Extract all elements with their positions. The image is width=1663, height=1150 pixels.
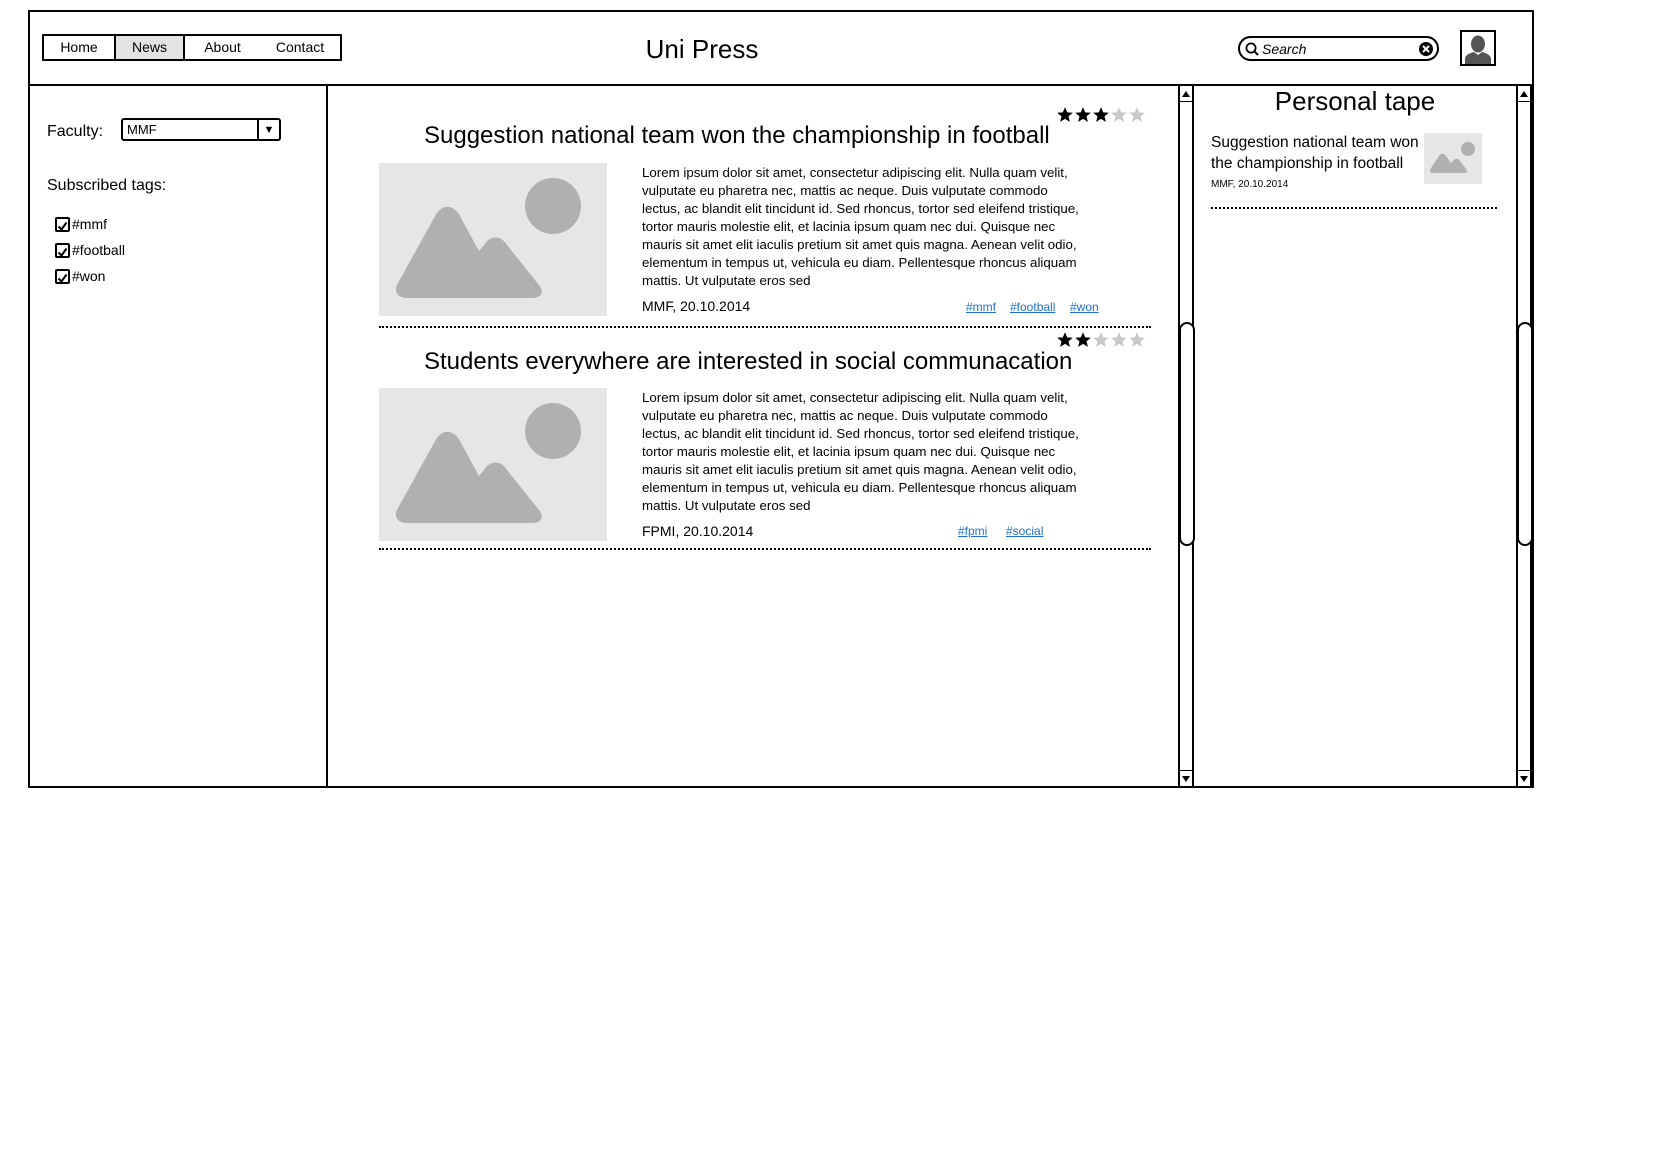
article-title[interactable]: Suggestion national team won the champio…: [424, 122, 1050, 150]
star-filled-icon[interactable]: [1074, 331, 1092, 349]
faculty-select-value: MMF: [127, 122, 157, 137]
search-input[interactable]: [1262, 40, 1420, 58]
checkbox[interactable]: [55, 268, 70, 284]
star-empty-icon[interactable]: [1128, 331, 1146, 349]
divider: [379, 326, 1151, 328]
tag-link[interactable]: #fpmi: [958, 524, 987, 538]
tag-checkbox-row[interactable]: #won: [55, 268, 105, 284]
faculty-label: Faculty:: [47, 123, 104, 140]
image-placeholder-icon: [395, 178, 581, 298]
personal-tape-title: Personal tape: [1274, 86, 1436, 116]
app-window: Home News About Contact Uni Press Search…: [28, 10, 1534, 788]
divider: [379, 548, 1151, 550]
star-empty-icon[interactable]: [1128, 106, 1146, 124]
scrollbar-thumb[interactable]: [1517, 322, 1533, 546]
check-icon: [57, 273, 68, 283]
user-avatar[interactable]: [1460, 30, 1496, 66]
tag-checkbox-label: #won: [72, 268, 106, 284]
article-image: [379, 163, 607, 316]
tape-item-meta: MMF, 20.10.2014: [1211, 179, 1289, 190]
star-empty-icon[interactable]: [1092, 331, 1110, 349]
news-feed: Suggestion national team won the champio…: [330, 86, 1180, 786]
star-filled-icon[interactable]: [1074, 106, 1092, 124]
article-body: Lorem ipsum dolor sit amet, consectetur …: [642, 390, 1079, 513]
article-title[interactable]: Students everywhere are interested in so…: [424, 348, 1072, 376]
personal-tape-panel: Personal tape Suggestion national team w…: [1194, 86, 1516, 786]
star-filled-icon[interactable]: [1056, 331, 1074, 349]
article-image: [379, 388, 607, 541]
tag-checkbox-label: #football: [72, 242, 125, 258]
filter-sidebar: Faculty: MMF ▼ Subscribed tags: #mmf #fo…: [30, 86, 328, 786]
article-meta: MMF, 20.10.2014: [642, 298, 751, 314]
tag-link[interactable]: #won: [1070, 300, 1099, 314]
chevron-down-icon[interactable]: ▼: [257, 120, 279, 139]
tape-scrollbar[interactable]: [1516, 86, 1533, 786]
checkbox[interactable]: [55, 216, 70, 232]
tag-checkbox-row[interactable]: #mmf: [55, 216, 107, 232]
search-icon[interactable]: [1244, 41, 1260, 57]
star-empty-icon[interactable]: [1110, 106, 1128, 124]
rating-stars[interactable]: [1056, 106, 1146, 124]
user-icon: [1465, 35, 1491, 64]
check-icon: [57, 221, 68, 231]
header: Home News About Contact Uni Press: [30, 12, 1532, 86]
tape-item-image: [1424, 133, 1482, 184]
feed-scrollbar[interactable]: [1178, 86, 1195, 786]
scroll-down-icon[interactable]: [1180, 770, 1192, 786]
star-empty-icon[interactable]: [1110, 331, 1128, 349]
faculty-select[interactable]: MMF ▼: [121, 118, 281, 141]
tag-link[interactable]: #mmf: [966, 300, 996, 314]
image-placeholder-icon: [1429, 142, 1475, 173]
scroll-up-icon[interactable]: [1180, 86, 1192, 102]
clear-search-icon[interactable]: [1418, 41, 1434, 57]
check-icon: [57, 247, 68, 257]
tag-checkbox-label: #mmf: [72, 216, 107, 232]
scrollbar-thumb[interactable]: [1179, 322, 1195, 546]
divider: [1211, 207, 1497, 209]
article-body: Lorem ipsum dolor sit amet, consectetur …: [642, 165, 1079, 288]
star-filled-icon[interactable]: [1056, 106, 1074, 124]
image-placeholder-icon: [395, 403, 581, 523]
scroll-up-icon[interactable]: [1518, 86, 1530, 102]
search-box: [1238, 36, 1439, 61]
tag-checkbox-row[interactable]: #football: [55, 242, 125, 258]
scroll-down-icon[interactable]: [1518, 770, 1530, 786]
tag-link[interactable]: #social: [1006, 524, 1043, 538]
checkbox[interactable]: [55, 242, 70, 258]
subscribed-tags-label: Subscribed tags:: [47, 177, 167, 194]
article-meta: FPMI, 20.10.2014: [642, 523, 754, 539]
tape-item-title[interactable]: Suggestion national team won the champio…: [1211, 132, 1421, 174]
app-title: Uni Press: [645, 34, 759, 64]
tag-link[interactable]: #football: [1010, 300, 1055, 314]
star-filled-icon[interactable]: [1092, 106, 1110, 124]
rating-stars[interactable]: [1056, 331, 1146, 349]
